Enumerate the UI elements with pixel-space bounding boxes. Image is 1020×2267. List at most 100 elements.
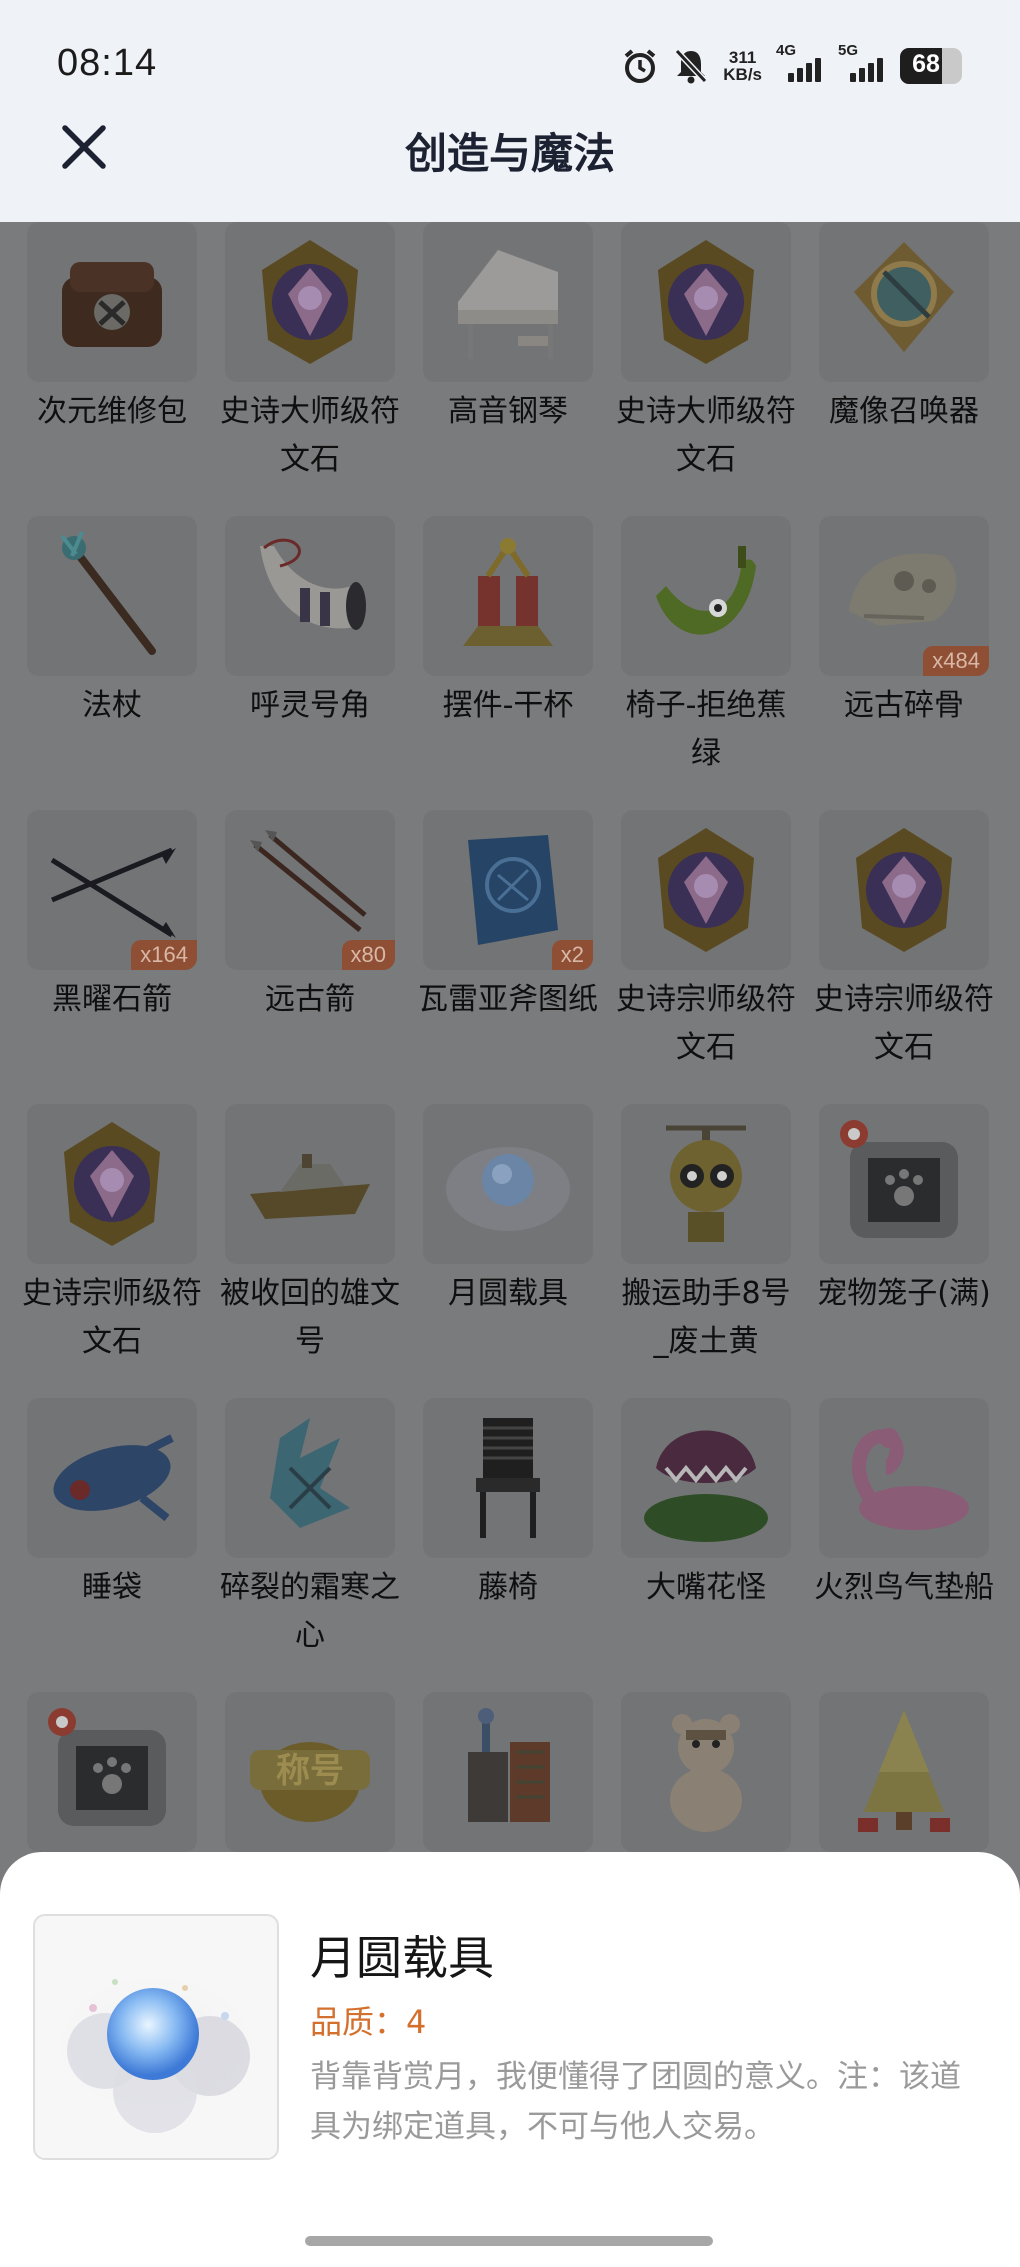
item-thumbnail[interactable] (621, 1692, 791, 1852)
item-name: 摆件-干杯 (442, 688, 574, 723)
grid-item[interactable]: x164 黑曜石箭 (13, 810, 211, 1100)
grid-item[interactable]: 史诗大师级符文石 (211, 222, 409, 512)
item-thumbnail[interactable] (27, 516, 197, 676)
grid-item[interactable]: 摆件-干杯 (409, 516, 607, 806)
item-thumbnail[interactable]: x2 (423, 810, 593, 970)
item-thumbnail[interactable] (621, 1398, 791, 1558)
grid-item[interactable]: 藤椅 (409, 1398, 607, 1688)
item-thumbnail[interactable] (819, 810, 989, 970)
item-thumbnail[interactable] (423, 222, 593, 382)
item-name: 次元维修包 (37, 394, 187, 429)
item-name: 史诗宗师级符文石 (22, 1276, 202, 1359)
grid-item[interactable]: 碎裂的霜寒之心 (211, 1398, 409, 1688)
item-thumbnail[interactable]: x80 (225, 810, 395, 970)
grid-item[interactable]: 呼灵号角 (211, 516, 409, 806)
grid-item[interactable]: 史诗大师级符文石 (607, 222, 805, 512)
item-thumbnail[interactable] (819, 1398, 989, 1558)
mute-bell-icon (673, 47, 709, 85)
item-thumbnail[interactable] (423, 516, 593, 676)
grid-item[interactable]: 火烈鸟气垫船 (805, 1398, 1003, 1688)
item-thumbnail[interactable] (819, 1104, 989, 1264)
grid-item[interactable]: 椅子-拒绝蕉绿 (607, 516, 805, 806)
grid-item[interactable]: 月圆载具 (409, 1104, 607, 1394)
grid-item[interactable]: 史诗宗师级符文石 (805, 810, 1003, 1100)
grid-item[interactable]: x2 瓦雷亚斧图纸 (409, 810, 607, 1100)
item-thumbnail[interactable] (621, 810, 791, 970)
detail-item-quality: 品质：4 (310, 2003, 427, 2041)
item-name: 史诗宗师级符文石 (616, 982, 796, 1065)
detail-item-description: 背靠背赏月，我便懂得了团圆的意义。注：该道具为绑定道具，不可与他人交易。 (310, 2059, 961, 2145)
item-name: 睡袋 (82, 1570, 142, 1605)
item-thumbnail[interactable] (423, 1398, 593, 1558)
item-name: 大嘴花怪 (646, 1570, 766, 1605)
grid-item[interactable]: 魔像召唤器 (805, 222, 1003, 512)
item-name: 史诗宗师级符文石 (814, 982, 994, 1065)
item-thumbnail[interactable] (225, 1398, 395, 1558)
signal-4g-icon: 4G (776, 42, 824, 86)
grid-item[interactable]: 史诗宗师级符文石 (607, 810, 805, 1100)
item-name: 火烈鸟气垫船 (814, 1570, 994, 1605)
item-thumbnail[interactable] (621, 516, 791, 676)
item-detail-sheet: 月圆载具 品质：4 背靠背赏月，我便懂得了团圆的意义。注：该道具为绑定道具，不可… (0, 1852, 1020, 2267)
grid-item[interactable]: 搬运助手8号_废土黄 (607, 1104, 805, 1394)
item-name: 椅子-拒绝蕉绿 (625, 688, 787, 771)
item-name: 宠物笼子(满) (817, 1276, 991, 1311)
item-name: 史诗大师级符文石 (220, 394, 400, 477)
item-thumbnail[interactable] (225, 222, 395, 382)
battery-icon: 68 (900, 48, 962, 84)
item-name: 月圆载具 (448, 1276, 568, 1311)
item-name: 瓦雷亚斧图纸 (418, 982, 598, 1017)
grid-item[interactable]: 大嘴花怪 (607, 1398, 805, 1688)
item-count-badge: x80 (341, 940, 395, 970)
item-name: 黑曜石箭 (52, 982, 172, 1017)
item-count-badge: x484 (923, 646, 989, 676)
item-name: 碎裂的霜寒之心 (220, 1570, 400, 1653)
item-name: 史诗大师级符文石 (616, 394, 796, 477)
item-thumbnail[interactable] (423, 1104, 593, 1264)
grid-item[interactable]: 被收回的雄文号 (211, 1104, 409, 1394)
item-thumbnail[interactable] (27, 1398, 197, 1558)
item-count-badge: x164 (131, 940, 197, 970)
item-name: 呼灵号角 (250, 688, 370, 723)
item-thumbnail[interactable]: x484 (819, 516, 989, 676)
grid-item[interactable]: 高音钢琴 (409, 222, 607, 512)
status-time: 08:14 (57, 42, 158, 84)
item-name: 法杖 (82, 688, 142, 723)
item-thumbnail[interactable] (621, 222, 791, 382)
grid-item[interactable]: 睡袋 (13, 1398, 211, 1688)
item-name: 远古箭 (265, 982, 355, 1017)
item-thumbnail[interactable]: 称号 (225, 1692, 395, 1852)
item-name: 高音钢琴 (448, 394, 568, 429)
item-name: 藤椅 (478, 1570, 538, 1605)
item-name: 被收回的雄文号 (220, 1276, 400, 1359)
signal-5g-icon: 5G (838, 42, 886, 86)
alarm-icon (621, 47, 659, 85)
detail-item-name: 月圆载具 (310, 1931, 494, 1985)
item-name: 远古碎骨 (844, 688, 964, 723)
item-thumbnail[interactable] (27, 1104, 197, 1264)
grid-item[interactable]: 次元维修包 (13, 222, 211, 512)
item-thumbnail[interactable] (225, 516, 395, 676)
grid-item[interactable]: 史诗宗师级符文石 (13, 1104, 211, 1394)
page-title: 创造与魔法 (404, 129, 615, 178)
grid-item[interactable]: 宠物笼子(满) (805, 1104, 1003, 1394)
item-thumbnail[interactable] (27, 1692, 197, 1852)
item-count-badge: x2 (551, 940, 593, 970)
net-speed: 311 KB/s (723, 48, 762, 84)
detail-item-image (33, 1914, 279, 2160)
grid-item[interactable]: 法杖 (13, 516, 211, 806)
item-name: 搬运助手8号_废土黄 (621, 1276, 791, 1359)
item-thumbnail[interactable] (423, 1692, 593, 1852)
item-thumbnail[interactable] (819, 222, 989, 382)
top-bar: 08:14 311 KB/s 4G 5G 68 创造与魔法 (0, 0, 1020, 222)
item-thumbnail[interactable] (621, 1104, 791, 1264)
item-thumbnail[interactable] (819, 1692, 989, 1852)
item-thumbnail[interactable] (225, 1104, 395, 1264)
item-thumbnail[interactable]: x164 (27, 810, 197, 970)
grid-item[interactable]: x484 远古碎骨 (805, 516, 1003, 806)
status-icons: 311 KB/s 4G 5G 68 (621, 42, 962, 88)
grid-item[interactable]: x80 远古箭 (211, 810, 409, 1100)
svg-text:称号: 称号 (276, 1751, 344, 1791)
home-indicator[interactable] (305, 2236, 713, 2246)
item-thumbnail[interactable] (27, 222, 197, 382)
